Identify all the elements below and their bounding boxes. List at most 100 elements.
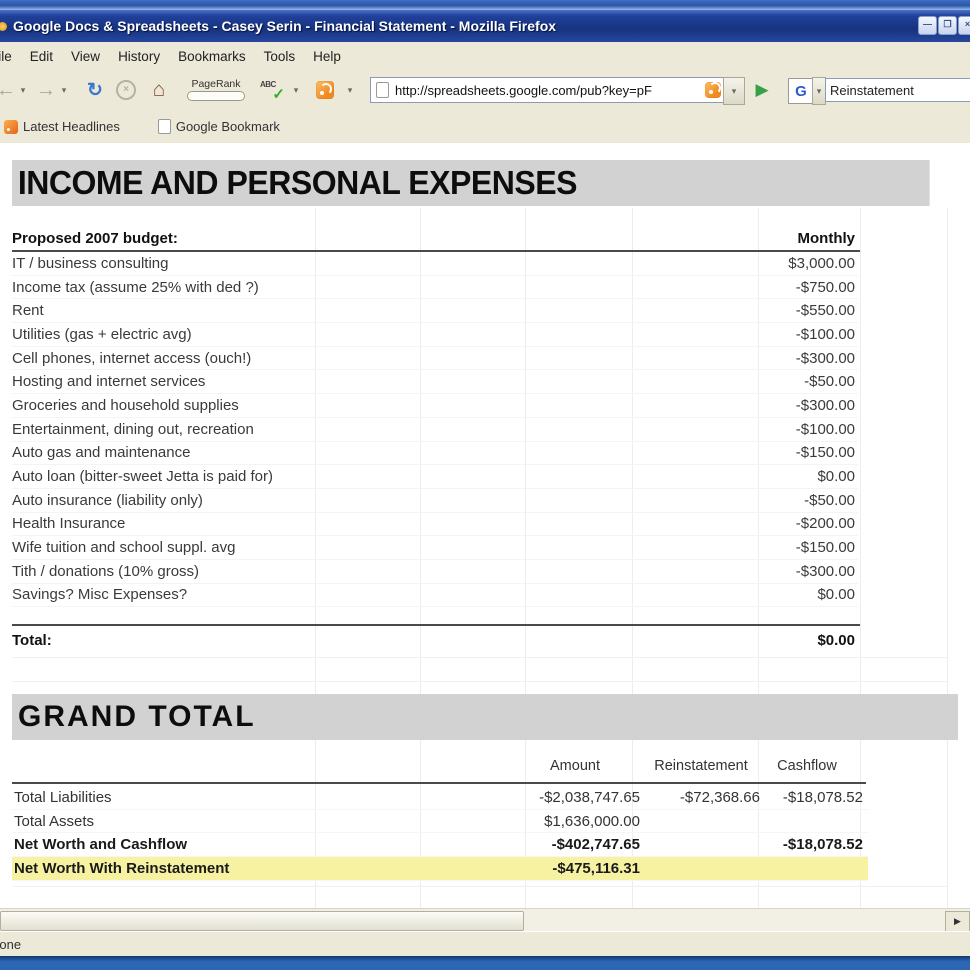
title-bar: Google Docs & Spreadsheets - Casey Serin… — [0, 10, 970, 42]
income-row: Cell phones, internet access (ouch!) -$30… — [12, 347, 858, 371]
bookmarks-toolbar: Latest Headlines Google Bookmark — [0, 110, 970, 144]
income-total-row: Total: $0.00 — [12, 628, 858, 652]
bookmark-label: Latest Headlines — [23, 119, 120, 134]
grid-line — [12, 681, 947, 682]
url-input[interactable] — [395, 82, 705, 98]
income-row: Utilities (gas + electric avg) -$100.00 — [12, 323, 858, 347]
back-icon[interactable]: ← — [0, 70, 18, 110]
grand-row-amount: -$475,116.31 — [552, 860, 640, 878]
grand-total-row: Total Assets $1,636,000.00 — [12, 810, 868, 834]
menu-edit[interactable]: Edit — [21, 49, 62, 64]
income-row-amount: $0.00 — [817, 586, 855, 604]
income-row-label: Rent — [12, 302, 44, 320]
grid-line — [947, 208, 948, 970]
stop-icon[interactable]: × — [115, 70, 137, 110]
bookmark-label: Google Bookmark — [175, 119, 280, 134]
section-title-grand-total: GRAND TOTAL — [12, 694, 958, 740]
grand-row-amount: $1,636,000.00 — [544, 812, 640, 830]
income-row-amount: -$300.00 — [795, 349, 855, 367]
total-rule — [12, 624, 860, 626]
rss-dropdown-icon[interactable]: ▾ — [344, 70, 356, 110]
rss-toolbar-icon[interactable] — [314, 70, 336, 110]
grand-row-label: Total Assets — [14, 812, 95, 830]
income-row: Groceries and household supplies -$300.00 — [12, 394, 858, 418]
section-title-income: INCOME AND PERSONAL EXPENSES — [12, 160, 930, 206]
feed-subscribe-icon[interactable] — [705, 82, 721, 98]
grand-row-label: Total Liabilities — [14, 789, 112, 806]
reinstatement-column-header: Reinstatement — [654, 758, 748, 774]
check-icon: ✓ — [272, 86, 285, 103]
search-engine-dropdown[interactable]: ▾ — [812, 77, 826, 105]
go-button[interactable]: ▶ — [748, 70, 776, 110]
spellcheck-icon[interactable]: ABC ✓ — [258, 70, 286, 110]
income-row: Auto loan (bitter-sweet Jetta is paid fo… — [12, 465, 858, 489]
url-history-dropdown[interactable]: ▾ — [723, 77, 745, 105]
app-icon — [0, 21, 7, 31]
income-row: Hosting and internet services -$50.00 — [12, 370, 858, 395]
menu-help[interactable]: Help — [304, 49, 350, 64]
window-title: Google Docs & Spreadsheets - Casey Serin… — [13, 18, 557, 34]
income-row-label: Wife tuition and school suppl. avg — [12, 539, 236, 557]
pagerank-indicator[interactable]: PageRank — [182, 70, 250, 110]
scroll-right-arrow-icon[interactable]: ▶ — [945, 911, 970, 932]
total-label: Total: — [12, 631, 52, 649]
income-row-label: Health Insurance — [12, 515, 126, 533]
menu-history[interactable]: History — [109, 49, 169, 64]
income-row-label: Utilities (gas + electric avg) — [12, 325, 192, 343]
home-icon[interactable]: ⌂ — [146, 70, 172, 110]
grand-row-amount: -$2,038,747.65 — [539, 789, 640, 806]
menu-view[interactable]: View — [62, 49, 109, 64]
bookmark-latest-headlines[interactable]: Latest Headlines — [0, 119, 130, 134]
grand-row-reinstatement: -$72,368.66 — [679, 789, 760, 806]
back-dropdown-icon[interactable]: ▾ — [17, 70, 29, 110]
grand-total-row: Net Worth With Reinstatement -$475,116.31 — [12, 857, 868, 881]
bookmark-google-bookmark[interactable]: Google Bookmark — [148, 119, 290, 134]
income-table-header: Proposed 2007 budget: Monthly — [12, 226, 858, 250]
income-row-label: Income tax (assume 25% with ded ?) — [12, 278, 259, 296]
maximize-button[interactable]: ❐ — [938, 16, 957, 35]
income-row: Auto gas and maintenance -$150.00 — [12, 442, 858, 466]
horizontal-scrollbar[interactable]: ▶ — [0, 908, 970, 932]
close-button[interactable]: × — [958, 16, 970, 35]
grand-total-row: Total Liabilities -$2,038,747.65 -$72,368.… — [12, 786, 868, 810]
income-row-label: Auto gas and maintenance — [12, 444, 191, 462]
grand-row-cashflow: -$18,078.52 — [782, 836, 863, 854]
income-row-amount: -$150.00 — [795, 539, 855, 557]
menu-bar: File Edit View History Bookmarks Tools H… — [0, 42, 970, 71]
monthly-column-header: Monthly — [797, 229, 856, 247]
income-row-amount: -$750.00 — [795, 278, 855, 296]
forward-icon[interactable]: → — [34, 70, 58, 110]
income-row-amount: -$50.00 — [804, 373, 855, 391]
income-row-label: Hosting and internet services — [12, 373, 206, 391]
google-logo-icon[interactable]: G — [788, 78, 814, 104]
income-row-label: IT / business consulting — [12, 254, 169, 272]
site-page-icon — [376, 82, 389, 98]
spellcheck-dropdown-icon[interactable]: ▾ — [290, 70, 302, 110]
amount-column-header: Amount — [550, 758, 600, 774]
income-row: Health Insurance -$200.00 — [12, 513, 858, 537]
income-row-label: Auto insurance (liability only) — [12, 491, 203, 509]
income-row: Auto insurance (liability only) -$50.00 — [12, 489, 858, 513]
menu-file[interactable]: File — [0, 49, 21, 64]
grand-total-rows: Total Liabilities -$2,038,747.65 -$72,368.… — [12, 786, 868, 881]
income-row-amount: -$100.00 — [795, 325, 855, 343]
search-input[interactable] — [825, 78, 970, 102]
grand-row-amount: -$402,747.65 — [551, 836, 640, 854]
desktop-edge-strip — [0, 0, 970, 10]
minimize-button[interactable]: — — [918, 16, 937, 35]
income-row-amount: -$300.00 — [795, 562, 855, 580]
refresh-icon[interactable]: ↻ — [82, 70, 108, 110]
income-row-amount: -$200.00 — [795, 515, 855, 533]
grid-line — [12, 657, 947, 658]
income-row-label: Auto loan (bitter-sweet Jetta is paid fo… — [12, 468, 273, 486]
menu-tools[interactable]: Tools — [255, 49, 305, 64]
menu-bookmarks[interactable]: Bookmarks — [169, 49, 255, 64]
income-row: Income tax (assume 25% with ded ?) -$750.… — [12, 276, 858, 300]
income-row-amount: $3,000.00 — [788, 254, 855, 272]
income-row-label: Groceries and household supplies — [12, 396, 239, 414]
scrollbar-thumb[interactable] — [0, 911, 524, 931]
forward-dropdown-icon[interactable]: ▾ — [58, 70, 70, 110]
income-row-amount: -$300.00 — [795, 396, 855, 414]
income-row: IT / business consulting $3,000.00 — [12, 252, 858, 276]
income-row-amount: -$550.00 — [795, 302, 855, 320]
